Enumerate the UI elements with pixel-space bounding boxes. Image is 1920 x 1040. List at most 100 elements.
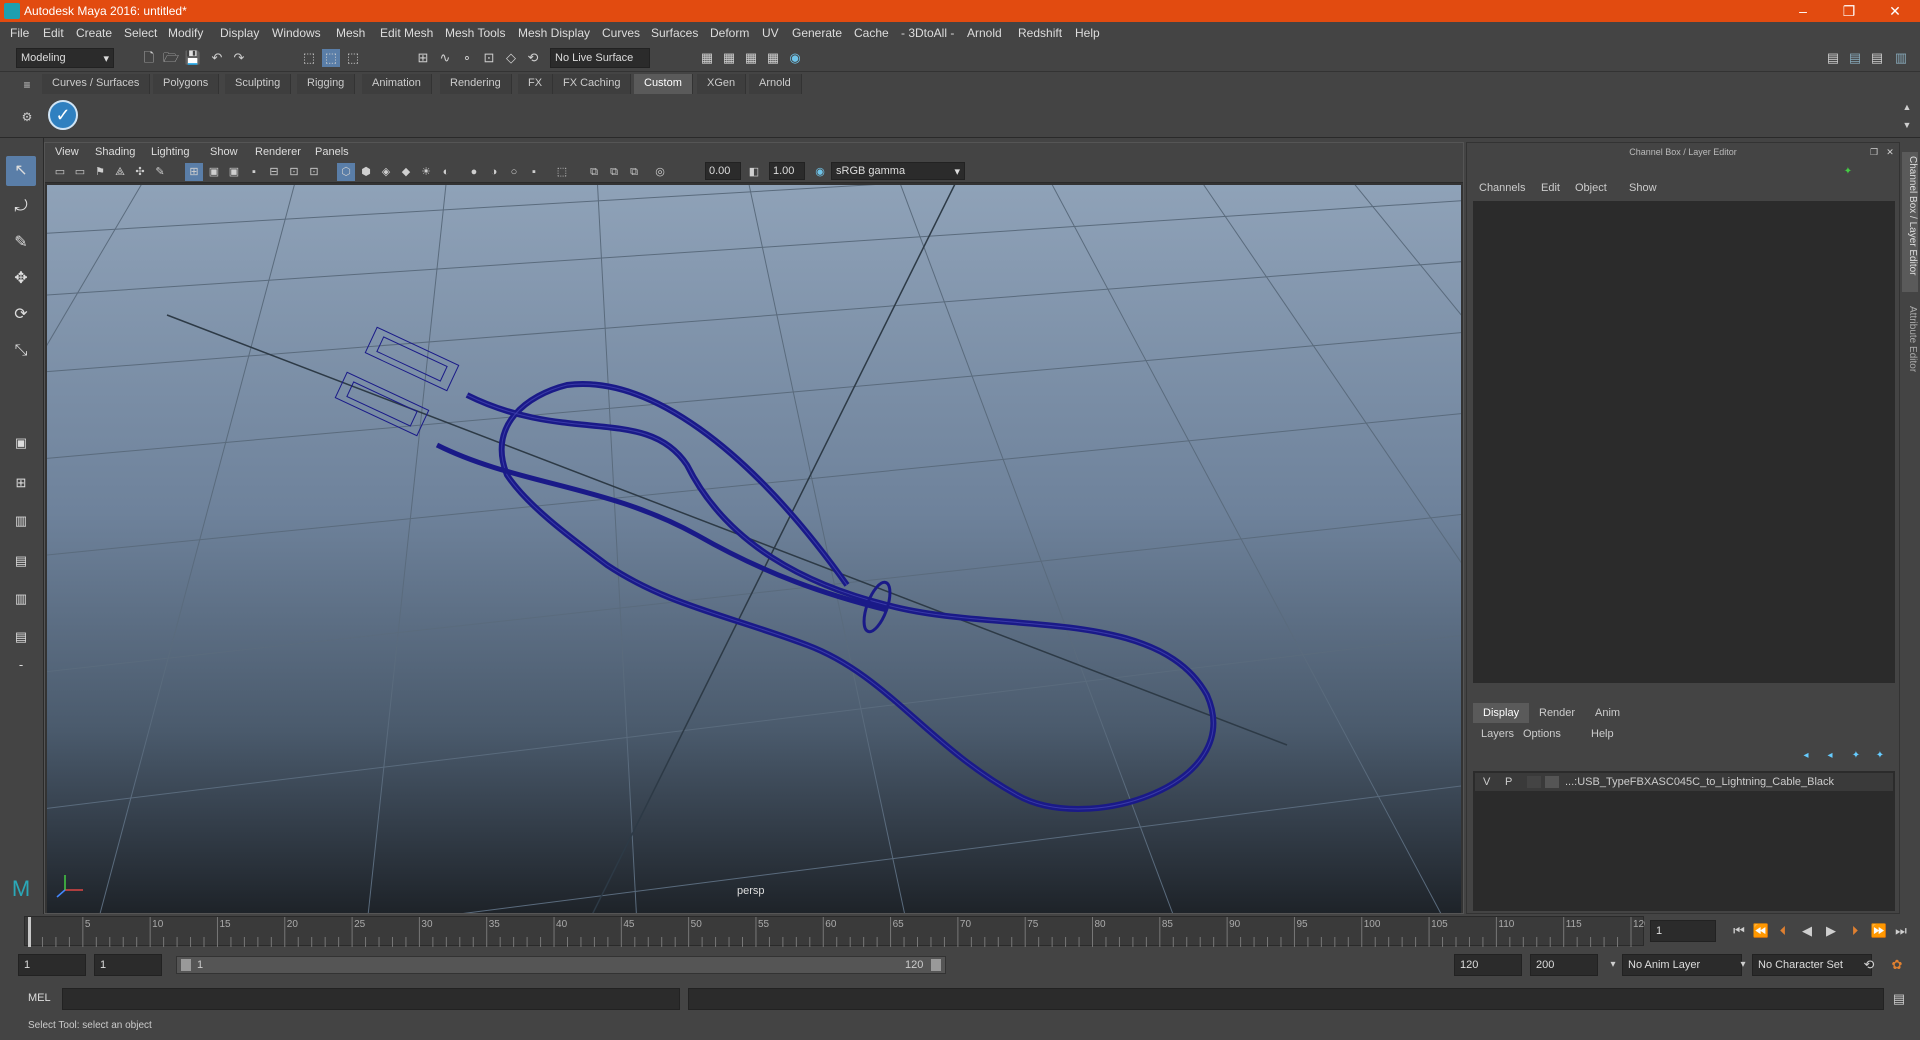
camera-icon[interactable]: ▭ <box>51 163 69 181</box>
shelf-settings-icon[interactable]: ⚙ <box>18 108 36 126</box>
menu-mesh-display[interactable]: Mesh Display <box>518 26 590 40</box>
close-button[interactable]: ✕ <box>1872 0 1918 22</box>
menu-deform[interactable]: Deform <box>710 26 749 40</box>
single-view-icon[interactable]: ▣ <box>6 428 36 458</box>
channel-list[interactable] <box>1473 201 1895 683</box>
menu-windows[interactable]: Windows <box>272 26 321 40</box>
depth-of-field-icon[interactable]: ▪ <box>525 163 543 181</box>
animation-prefs-icon[interactable]: ✿ <box>1888 956 1906 974</box>
script-editor-icon[interactable]: ▤ <box>1890 990 1908 1008</box>
viewport-menu-lighting[interactable]: Lighting <box>151 146 190 158</box>
select-object-icon[interactable]: ⬚ <box>322 49 340 67</box>
time-ruler[interactable]: 5 10 15 20 25 30 35 40 45 50 55 60 65 70 75 80 85 90 95 100… <box>24 916 1650 947</box>
menu-curves[interactable]: Curves <box>602 26 640 40</box>
image-plane-icon[interactable]: ⟁ <box>111 163 129 181</box>
range-bar[interactable]: 1 120 <box>176 956 946 974</box>
anti-alias-icon[interactable]: ○ <box>505 163 523 181</box>
tab-rendering[interactable]: Rendering <box>440 74 512 94</box>
snap-grid-icon[interactable]: ⊞ <box>414 49 432 67</box>
outliner-layout-icon[interactable]: ▤ <box>6 622 36 652</box>
lights-icon[interactable]: ☀ <box>417 163 435 181</box>
field-chart-icon[interactable]: ⊟ <box>265 163 283 181</box>
new-layer-selected-icon[interactable]: ✦ <box>1871 747 1889 765</box>
menu-help[interactable]: Help <box>1075 26 1100 40</box>
viewport-menu-panels[interactable]: Panels <box>315 146 349 158</box>
go-to-start-icon[interactable]: ⏮ <box>1730 922 1748 940</box>
current-frame-field[interactable]: 1 <box>1650 920 1716 942</box>
ao-icon[interactable]: ● <box>465 163 483 181</box>
options-menu[interactable]: Options <box>1523 728 1561 740</box>
paint-select-icon[interactable]: ✎ <box>6 228 36 258</box>
tab-rigging[interactable]: Rigging <box>297 74 356 94</box>
layer-type-box[interactable] <box>1527 776 1541 788</box>
step-forward-frame-icon[interactable]: ⏵ <box>1846 922 1864 940</box>
tab-render[interactable]: Render <box>1529 703 1585 723</box>
menu-select[interactable]: Select <box>124 26 157 40</box>
menu-create[interactable]: Create <box>76 26 112 40</box>
persp-outliner-icon[interactable]: ▥ <box>6 584 36 614</box>
panel-layout-icon[interactable]: ▤ <box>1846 49 1864 67</box>
tab-channel-box-layer-editor[interactable]: Channel Box / Layer Editor <box>1902 152 1918 292</box>
layer-color-swatch[interactable] <box>1545 776 1559 788</box>
snap-view-icon[interactable]: ⊡ <box>480 49 498 67</box>
color-management-icon[interactable]: ◉ <box>811 163 829 181</box>
tab-curves-surfaces[interactable]: Curves / Surfaces <box>42 74 151 94</box>
grid-icon[interactable]: ⊞ <box>185 163 203 181</box>
maximize-button[interactable]: ❐ <box>1826 0 1872 22</box>
scroll-up-icon[interactable]: ▲ <box>1898 98 1916 116</box>
tab-display[interactable]: Display <box>1473 703 1530 723</box>
menu-uv[interactable]: UV <box>762 26 779 40</box>
auto-key-icon[interactable]: ⟲ <box>1860 956 1878 974</box>
exposure-icon[interactable]: ◎ <box>651 163 669 181</box>
menu-arnold[interactable]: Arnold <box>967 26 1002 40</box>
isolate-select-icon[interactable]: ⬚ <box>553 163 571 181</box>
tab-arnold[interactable]: Arnold <box>749 74 802 94</box>
move-layer-down-icon[interactable]: ◂ <box>1821 747 1839 765</box>
anim-layer-dropdown[interactable]: No Anim Layer <box>1622 954 1742 976</box>
layers-menu[interactable]: Layers <box>1481 728 1514 740</box>
bookmark-icon[interactable]: ⚑ <box>91 163 109 181</box>
layout-icon[interactable]: ▤ <box>1824 49 1842 67</box>
tab-polygons[interactable]: Polygons <box>153 74 220 94</box>
minimize-button[interactable]: – <box>1780 0 1826 22</box>
help-menu[interactable]: Help <box>1591 728 1614 740</box>
redo-icon[interactable]: ↷ <box>230 49 248 67</box>
move-layer-up-icon[interactable]: ◂ <box>1797 747 1815 765</box>
animation-start-field[interactable]: 1 <box>18 954 86 976</box>
step-back-key-icon[interactable]: ⏪ <box>1752 922 1770 940</box>
chevron-down-icon[interactable]: ▾ <box>1604 956 1622 974</box>
exposure-field[interactable]: 0.00 <box>705 162 741 180</box>
viewport-menu-renderer[interactable]: Renderer <box>255 146 301 158</box>
new-scene-icon[interactable]: 🗋 <box>140 49 158 67</box>
select-hierarchy-icon[interactable]: ⬚ <box>300 49 318 67</box>
viewport-menu-shading[interactable]: Shading <box>95 146 135 158</box>
object-menu[interactable]: Object <box>1575 182 1607 194</box>
snap-surface-icon[interactable]: ◇ <box>502 49 520 67</box>
resolution-gate-icon[interactable]: ▣ <box>225 163 243 181</box>
range-start-handle[interactable] <box>181 959 191 971</box>
tab-custom[interactable]: Custom <box>634 74 693 94</box>
viewport-menu-show[interactable]: Show <box>210 146 238 158</box>
playback-start-field[interactable]: 1 <box>94 954 162 976</box>
save-scene-icon[interactable]: 💾 <box>184 49 202 67</box>
gamma-icon[interactable]: ◧ <box>745 163 763 181</box>
safe-title-icon[interactable]: ⊡ <box>305 163 323 181</box>
viewport-menu-view[interactable]: View <box>55 146 79 158</box>
step-back-frame-icon[interactable]: ⏴ <box>1774 922 1792 940</box>
play-forward-icon[interactable]: ▶ <box>1822 922 1840 940</box>
xray-icon[interactable]: ⧉ <box>585 163 603 181</box>
live-surface-field[interactable]: No Live Surface <box>550 48 650 68</box>
tab-sculpting[interactable]: Sculpting <box>225 74 292 94</box>
mode-dropdown[interactable]: Modeling ▾ <box>16 48 114 68</box>
menu-3dtoall[interactable]: - 3DtoAll - <box>901 26 954 40</box>
rotate-tool-icon[interactable]: ⟳ <box>6 300 36 330</box>
layer-name[interactable]: ...:USB_TypeFBXASC045C_to_Lightning_Cabl… <box>1565 776 1834 788</box>
gate-mask-icon[interactable]: ▪ <box>245 163 263 181</box>
layer-playback-toggle[interactable]: P <box>1505 776 1512 788</box>
3d-viewport[interactable]: persp <box>47 185 1461 913</box>
menu-surfaces[interactable]: Surfaces <box>651 26 698 40</box>
wireframe-icon[interactable]: ⬡ <box>337 163 355 181</box>
grease-pencil-icon[interactable]: ✎ <box>151 163 169 181</box>
command-input[interactable] <box>62 988 680 1010</box>
layer-visibility-toggle[interactable]: V <box>1483 776 1490 788</box>
